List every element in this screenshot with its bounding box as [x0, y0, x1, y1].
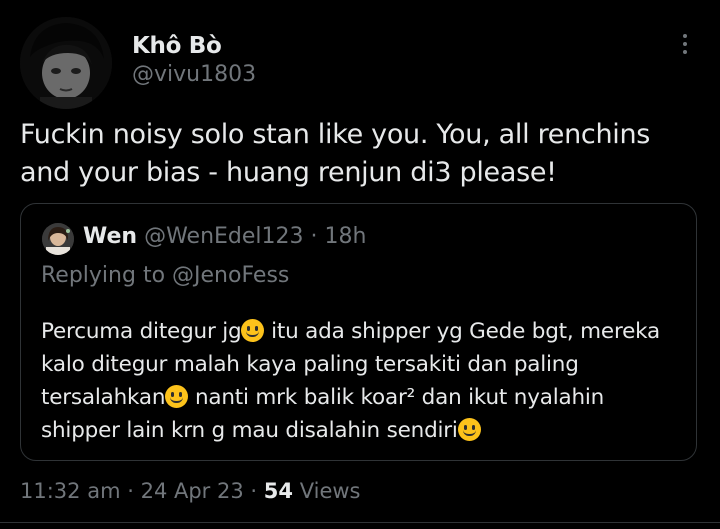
author-name[interactable]: Khô Bò [132, 33, 222, 59]
separator-dot: · [127, 479, 134, 503]
quoted-timestamp[interactable]: 18h [325, 224, 367, 249]
quoted-header: Wen @WenEdel123 · 18h [83, 224, 366, 249]
views-label[interactable]: Views [300, 479, 361, 503]
tweet-date[interactable]: 24 Apr 23 [141, 479, 244, 503]
replying-to-prefix: Replying to [41, 263, 166, 288]
separator-dot: · [250, 479, 258, 503]
quoted-author-avatar[interactable] [42, 223, 74, 255]
replying-to: Replying to @JenoFess [41, 263, 289, 288]
tweet-time[interactable]: 11:32 am [20, 479, 121, 503]
author-handle[interactable]: @vivu1803 [132, 62, 256, 87]
author-avatar[interactable] [20, 17, 112, 109]
smiling-face-emoji [165, 385, 189, 408]
views-count[interactable]: 54 [264, 479, 293, 503]
tweet-meta: 11:32 am · 24 Apr 23 · 54 Views [20, 479, 360, 503]
quoted-author-name[interactable]: Wen [83, 224, 137, 249]
replying-to-handle[interactable]: @JenoFess [172, 263, 289, 288]
tweet-text: Fuckin noisy solo stan like you. You, al… [20, 119, 651, 188]
quoted-tweet-text: Percuma ditegur jg itu ada shipper yg Ge… [41, 315, 681, 447]
more-options-icon[interactable] [674, 30, 696, 64]
separator-dot: · [310, 224, 318, 249]
quoted-author-handle[interactable]: @WenEdel123 [144, 224, 303, 249]
smiling-face-emoji [457, 418, 481, 441]
quoted-tweet[interactable]: Wen @WenEdel123 · 18h Replying to @JenoF… [20, 203, 697, 461]
quoted-text-part-1: Percuma ditegur jg [41, 319, 242, 344]
divider [0, 522, 720, 523]
smiling-face-emoji [241, 319, 265, 342]
